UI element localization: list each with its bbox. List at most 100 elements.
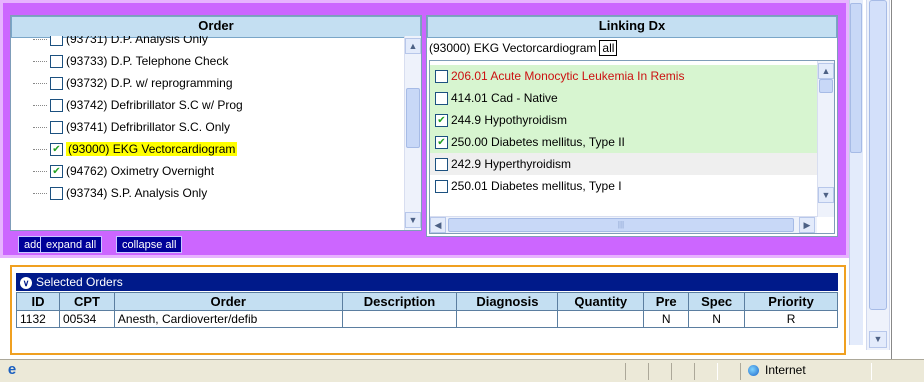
column-header[interactable]: Quantity	[557, 292, 645, 311]
order-tree-item[interactable]: ✔ (93000) EKG Vectorcardiogram	[11, 138, 238, 160]
order-list-scrollbar[interactable]: ▲ ▼	[404, 36, 421, 230]
table-row[interactable]: 1132 00534 Anesth, Cardioverter/defib N N R	[16, 310, 838, 328]
dx-checkbox[interactable]: ✔	[435, 113, 448, 127]
order-checkbox[interactable]	[50, 54, 63, 68]
column-header[interactable]: Diagnosis	[456, 292, 559, 311]
column-header[interactable]: ID	[16, 292, 60, 311]
inner-page-scroll-thumb[interactable]	[850, 3, 862, 153]
status-segment	[694, 363, 718, 380]
outer-frame	[891, 0, 924, 360]
all-button[interactable]: all	[599, 40, 618, 56]
dx-item-label: 250.01 Diabetes mellitus, Type I	[451, 179, 622, 193]
ie-icon: e	[7, 361, 17, 378]
dx-item[interactable]: 206.01 Acute Monocytic Leukemia In Remis	[430, 65, 817, 87]
order-item-label: (94762) Oximetry Overnight	[66, 164, 215, 178]
order-item-label: (93733) D.P. Telephone Check	[66, 54, 229, 68]
order-item-label: (93731) D.P. Analysis Only	[66, 36, 208, 46]
order-tree-item[interactable]: (93731) D.P. Analysis Only	[11, 36, 208, 50]
column-header[interactable]: CPT	[58, 292, 115, 311]
dx-checkbox[interactable]: ✔	[435, 135, 448, 149]
order-checkbox[interactable]	[50, 120, 63, 134]
column-header[interactable]: Order	[113, 292, 343, 311]
order-tree-item[interactable]: (93741) Defribrillator S.C. Only	[11, 116, 230, 138]
dx-checkbox[interactable]	[435, 179, 448, 193]
selected-orders-table: ID CPT Order Description Diagnosis Quantity Pr…	[16, 292, 838, 328]
collapse-chevron-icon[interactable]: ∨	[20, 276, 32, 289]
order-item-label: (93741) Defribrillator S.C. Only	[66, 120, 231, 134]
order-checkbox[interactable]	[50, 36, 63, 46]
dx-item-label: 414.01 Cad - Native	[451, 91, 558, 105]
order-checkbox[interactable]	[50, 186, 63, 200]
dx-item-label: 244.9 Hypothyroidism	[451, 113, 568, 127]
tree-connector	[33, 126, 47, 128]
tree-connector	[33, 148, 47, 150]
column-header[interactable]: Pre	[643, 292, 690, 311]
expand-all-button[interactable]: expand all	[40, 236, 103, 253]
table-cell: R	[744, 310, 838, 328]
order-checkbox[interactable]	[50, 98, 63, 112]
scroll-right-icon[interactable]: ▶	[799, 217, 815, 233]
scroll-thumb[interactable]	[819, 79, 833, 93]
order-item-label: (93732) D.P. w/ reprogramming	[66, 76, 233, 90]
dx-checkbox[interactable]	[435, 91, 448, 105]
table-cell: Anesth, Cardioverter/defib	[113, 310, 343, 328]
table-cell	[341, 310, 458, 328]
dx-checkbox[interactable]	[435, 157, 448, 171]
status-segment	[625, 363, 649, 380]
linking-dx-box: Linking Dx (93000) EKG Vectorcardiogram …	[426, 15, 838, 237]
order-checkbox[interactable]	[50, 76, 63, 90]
dx-item[interactable]: ✔ 244.9 Hypothyroidism	[430, 109, 817, 131]
table-cell	[456, 310, 559, 328]
table-cell: N	[688, 310, 746, 328]
tree-connector	[33, 104, 47, 106]
order-tree-item[interactable]: (93732) D.P. w/ reprogramming	[11, 72, 233, 94]
collapse-all-button[interactable]: collapse all	[116, 236, 183, 253]
scroll-left-icon[interactable]: ◀	[430, 217, 446, 233]
selected-order-line: (93000) EKG Vectorcardiogram all	[429, 39, 618, 57]
order-tree-list: (93731) D.P. Analysis Only (93733) D.P. T…	[11, 36, 405, 230]
scroll-down-icon[interactable]: ▼	[405, 212, 421, 228]
zone-indicator: Internet	[748, 362, 806, 378]
order-item-label: (93734) S.P. Analysis Only	[66, 186, 208, 200]
linking-dx-header: Linking Dx	[427, 16, 837, 38]
order-checkbox[interactable]: ✔	[50, 164, 63, 178]
dx-list-vscrollbar[interactable]: ▲ ▼	[817, 61, 834, 217]
tree-connector	[33, 38, 47, 40]
dx-item-label: 250.00 Diabetes mellitus, Type II	[451, 135, 625, 149]
tree-connector	[33, 82, 47, 84]
column-header[interactable]: Spec	[688, 292, 746, 311]
column-header[interactable]: Description	[341, 292, 458, 311]
order-checkbox[interactable]: ✔	[50, 142, 63, 156]
table-cell: 00534	[58, 310, 115, 328]
dx-item[interactable]: 414.01 Cad - Native	[430, 87, 817, 109]
order-tree-item[interactable]: (93733) D.P. Telephone Check	[11, 50, 228, 72]
column-header[interactable]: Priority	[744, 292, 838, 311]
dx-item[interactable]: 250.01 Diabetes mellitus, Type I	[430, 175, 817, 197]
table-cell: 1132	[16, 310, 60, 328]
dx-list: 206.01 Acute Monocytic Leukemia In Remis…	[429, 60, 835, 234]
scroll-up-icon[interactable]: ▲	[405, 38, 421, 54]
dx-item[interactable]: ✔ 250.00 Diabetes mellitus, Type II	[430, 131, 817, 153]
order-header: Order	[11, 16, 421, 38]
tree-connector	[33, 192, 47, 194]
dx-checkbox[interactable]	[435, 69, 448, 83]
dx-list-hscrollbar[interactable]: ◀ ||| ▶	[430, 216, 817, 233]
status-segment	[648, 363, 672, 380]
dx-item[interactable]: 242.9 Hyperthyroidism	[430, 153, 817, 175]
selected-orders-bar[interactable]: ∨ Selected Orders	[16, 273, 838, 291]
scroll-down-icon[interactable]: ▼	[818, 187, 834, 203]
tree-connector	[33, 170, 47, 172]
order-tree-item[interactable]: (93734) S.P. Analysis Only	[11, 182, 207, 204]
order-tree-item[interactable]: ✔ (94762) Oximetry Overnight	[11, 160, 214, 182]
order-item-label: (93000) EKG Vectorcardiogram	[66, 142, 238, 156]
order-tree-item[interactable]: (93742) Defribrillator S.C w/ Prog	[11, 94, 243, 116]
scroll-up-icon[interactable]: ▲	[818, 63, 834, 79]
table-cell	[557, 310, 645, 328]
scroll-thumb[interactable]	[406, 88, 420, 148]
selected-orders-panel: ∨ Selected Orders ID CPT Order Description Di…	[10, 265, 846, 355]
window-scroll-thumb[interactable]	[869, 0, 887, 310]
scroll-down-icon[interactable]: ▼	[869, 331, 887, 348]
order-tree-box: Order (93731) D.P. Analysis Only (93733) …	[10, 15, 422, 231]
hscroll-thumb[interactable]: |||	[448, 218, 794, 232]
table-cell: N	[643, 310, 690, 328]
